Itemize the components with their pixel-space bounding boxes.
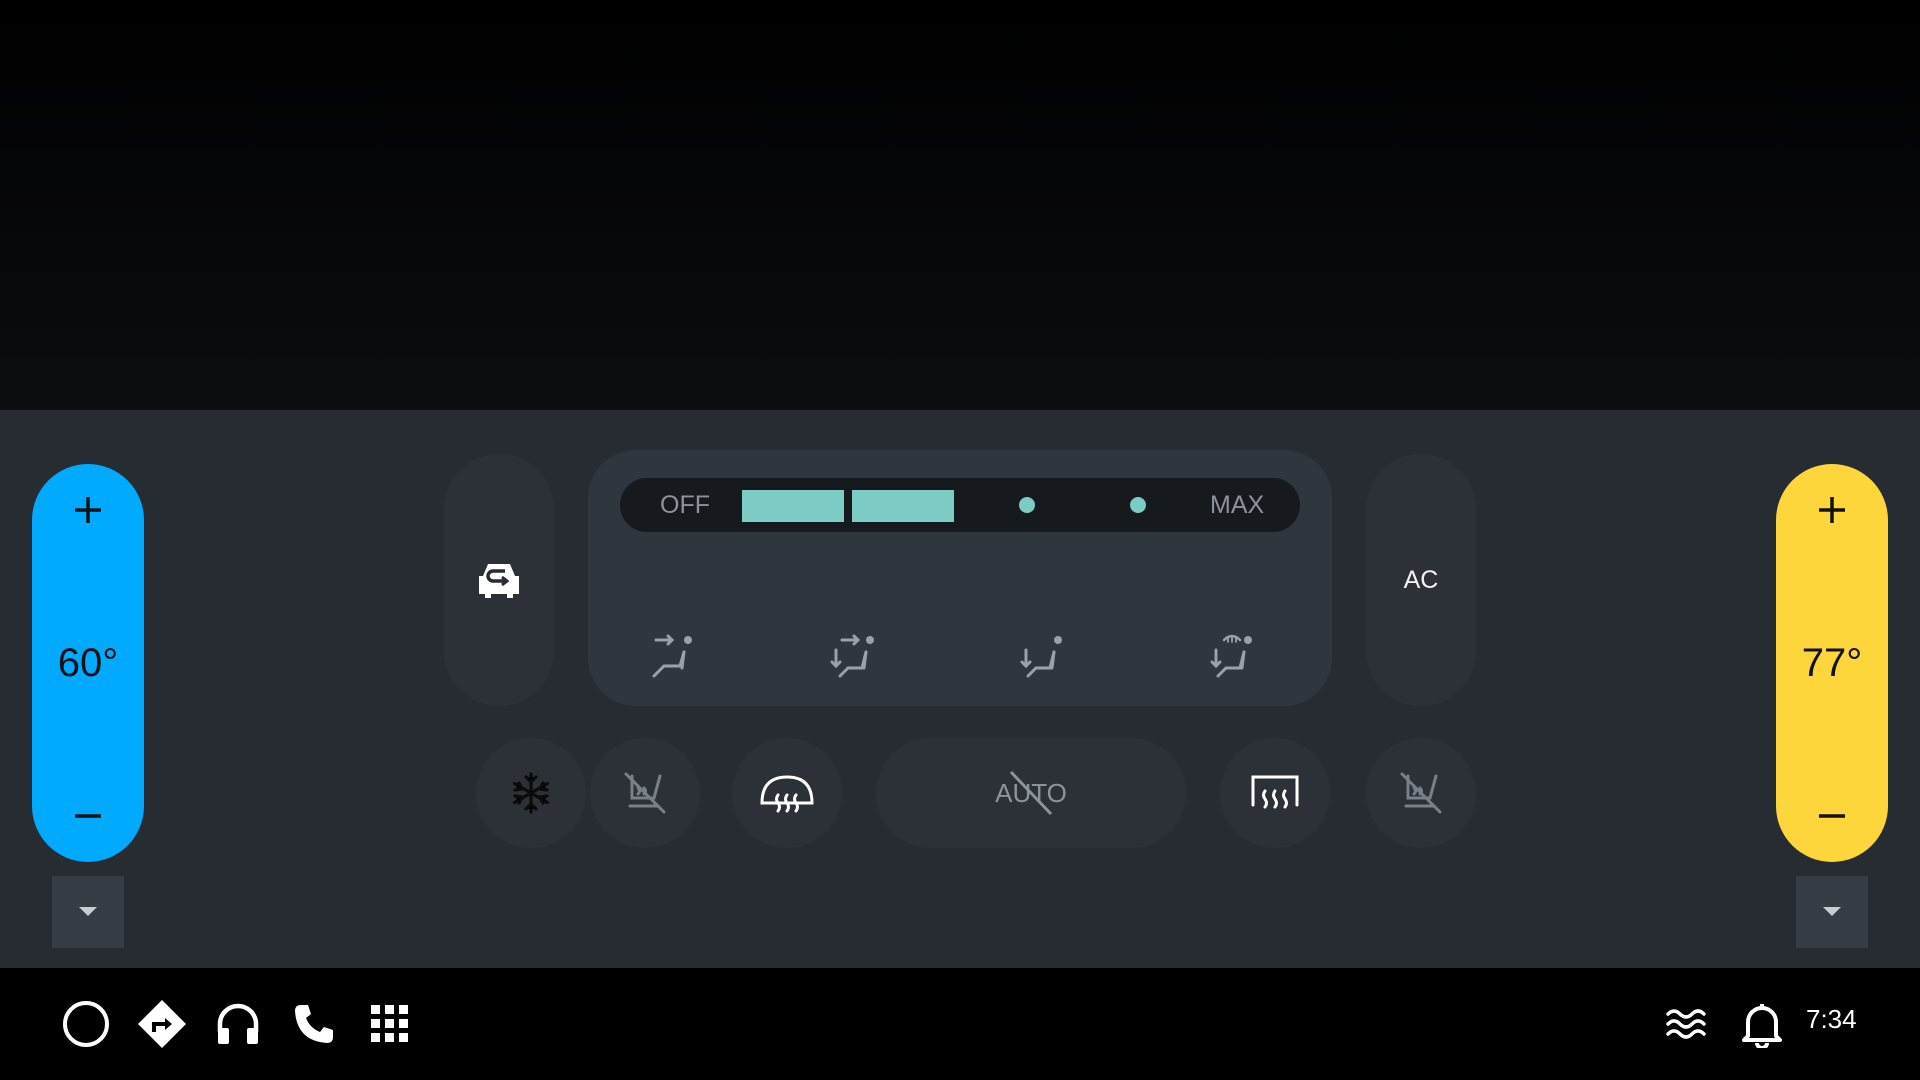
ac-label: AC [1403, 565, 1439, 594]
passenger-temp-decrease-button[interactable] [1776, 770, 1888, 862]
media-button[interactable] [206, 992, 270, 1056]
passenger-temperature-control: 77° [1776, 464, 1888, 862]
passenger-temp-increase-button[interactable] [1776, 464, 1888, 556]
airflow-face-floor-button[interactable] [812, 610, 902, 700]
car-recirculation-icon [479, 564, 519, 598]
auto-button[interactable]: AUTO [876, 738, 1186, 848]
passenger-temperature-value: 77° [1801, 640, 1863, 685]
hvac-panel: 60° OFF MAX AC 77° [0, 410, 1920, 968]
driver-seat-heat-button[interactable] [590, 738, 700, 848]
seat-face-floor-airflow-icon [830, 634, 874, 678]
fan-speed-dot[interactable] [1130, 497, 1146, 513]
driver-temperature-value: 60° [57, 640, 119, 685]
fan-off-label[interactable]: OFF [660, 478, 710, 532]
notifications-button[interactable] [1730, 992, 1794, 1056]
seat-floor-airflow-icon [1020, 636, 1062, 678]
seat-floor-defrost-airflow-icon [1210, 634, 1252, 678]
app-grid-icon [371, 1005, 408, 1042]
fan-speed-bar[interactable]: OFF MAX [620, 478, 1300, 532]
plus-icon [1819, 497, 1845, 523]
driver-collapse-button[interactable] [52, 876, 124, 948]
directions-icon [138, 1000, 186, 1048]
fan-speed-dot[interactable] [1019, 497, 1035, 513]
recirculation-button[interactable] [444, 454, 554, 706]
chevron-down-icon [79, 907, 97, 916]
minus-icon [1819, 814, 1845, 818]
phone-icon [295, 1005, 333, 1043]
passenger-seat-heat-button[interactable] [1366, 738, 1476, 848]
front-defrost-button[interactable] [732, 738, 842, 848]
strike-through-icon [1009, 770, 1053, 816]
front-defrost-icon [760, 775, 814, 813]
chevron-down-icon [1823, 907, 1841, 916]
rear-defrost-button[interactable] [1220, 738, 1330, 848]
airflow-floor-button[interactable] [1000, 610, 1090, 700]
app-grid-button[interactable] [358, 992, 422, 1056]
home-button[interactable] [54, 992, 118, 1056]
plus-icon [75, 497, 101, 523]
passenger-collapse-button[interactable] [1796, 876, 1868, 948]
headphones-icon [217, 1003, 259, 1044]
max-ac-button[interactable] [476, 738, 586, 848]
fan-control-card: OFF MAX [588, 450, 1332, 706]
hvac-toggle-button[interactable] [1654, 992, 1718, 1056]
clock: 7:34 [1806, 1004, 1857, 1034]
home-circle-icon [63, 1001, 109, 1047]
fan-max-label[interactable]: MAX [1210, 478, 1264, 532]
bell-icon [1742, 1004, 1782, 1048]
seat-face-airflow-icon [652, 634, 692, 678]
snowflake-icon [512, 772, 550, 814]
fan-speed-segment[interactable] [742, 490, 844, 522]
minus-icon [75, 814, 101, 818]
ac-button[interactable]: AC [1366, 454, 1476, 706]
driver-temperature-control: 60° [32, 464, 144, 862]
app-content-area [0, 0, 1920, 410]
hvac-waves-icon [1666, 1009, 1706, 1039]
driver-temp-decrease-button[interactable] [32, 770, 144, 862]
driver-temp-increase-button[interactable] [32, 464, 144, 556]
phone-button[interactable] [282, 992, 346, 1056]
seat-heat-off-icon [1400, 772, 1442, 814]
seat-heat-off-icon [624, 772, 666, 814]
navigation-button[interactable] [130, 992, 194, 1056]
airflow-face-button[interactable] [630, 610, 720, 700]
airflow-floor-defrost-button[interactable] [1190, 610, 1280, 700]
system-navigation-bar: 7:34 [0, 968, 1920, 1080]
rear-defrost-icon [1251, 775, 1299, 809]
fan-speed-segment[interactable] [852, 490, 954, 522]
